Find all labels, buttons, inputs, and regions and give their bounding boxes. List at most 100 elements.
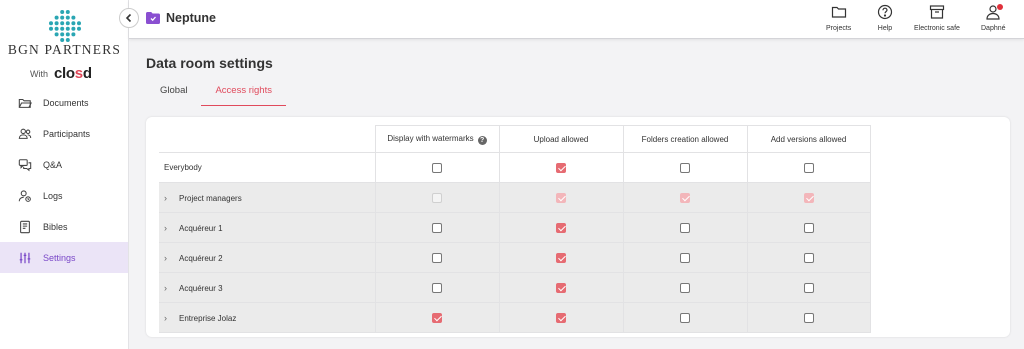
permission-cell bbox=[375, 182, 500, 213]
sidebar-item-label: Logs bbox=[43, 190, 63, 201]
sidebar-item-label: Settings bbox=[43, 252, 76, 263]
page-title: Data room settings bbox=[146, 55, 273, 71]
chevron-right-icon[interactable]: › bbox=[164, 223, 176, 233]
row-name: Project managers bbox=[179, 193, 242, 203]
electronic-safe-label: Electronic safe bbox=[914, 25, 960, 32]
logo-dot bbox=[77, 21, 81, 26]
tab-global[interactable]: Global bbox=[146, 80, 201, 106]
sidebar-item-label: Participants bbox=[43, 128, 91, 139]
row-name-cell[interactable]: › Project managers bbox=[159, 182, 376, 213]
upload-checkbox[interactable] bbox=[556, 162, 566, 173]
permission-cell bbox=[499, 152, 624, 183]
permission-cell bbox=[375, 242, 500, 273]
sidebar-item-documents[interactable]: Documents bbox=[0, 87, 128, 118]
access-rights-card: Display with watermarks? Upload allowed … bbox=[146, 117, 1010, 337]
folders-creation-checkbox bbox=[680, 192, 690, 203]
upload-checkbox[interactable] bbox=[556, 282, 566, 293]
logo-dot bbox=[54, 15, 59, 20]
chevron-left-icon bbox=[125, 13, 132, 23]
logo-dot bbox=[60, 15, 65, 20]
notification-dot bbox=[997, 4, 1004, 10]
add-versions-checkbox bbox=[803, 192, 814, 203]
add-versions-checkbox[interactable] bbox=[803, 162, 814, 173]
column-header-watermarks: Display with watermarks? bbox=[375, 125, 500, 153]
sidebar-item-logs[interactable]: Logs bbox=[0, 180, 128, 211]
row-name-cell[interactable]: › Entreprise Jolaz bbox=[159, 302, 376, 333]
table-body: Everybody › Project managers › Acquéreur 1 › A… bbox=[159, 152, 871, 333]
book-icon bbox=[18, 220, 32, 234]
add-versions-checkbox[interactable] bbox=[803, 252, 814, 263]
archive-icon bbox=[929, 5, 945, 19]
folders-creation-checkbox[interactable] bbox=[680, 252, 690, 263]
folders-creation-checkbox[interactable] bbox=[680, 162, 690, 173]
logo-dot bbox=[77, 26, 81, 31]
help-label: Help bbox=[877, 25, 893, 32]
permission-cell bbox=[499, 272, 624, 303]
logo-dot bbox=[49, 26, 53, 31]
folders-creation-checkbox[interactable] bbox=[680, 222, 690, 233]
column-header-folders-creation: Folders creation allowed bbox=[623, 125, 748, 153]
permission-cell bbox=[375, 212, 500, 243]
folder-open-icon bbox=[18, 96, 32, 110]
row-name-cell[interactable]: › Acquéreur 2 bbox=[159, 242, 376, 273]
electronic-safe-button[interactable]: Electronic safe bbox=[914, 4, 960, 32]
logo-dot bbox=[71, 32, 76, 37]
sliders-icon bbox=[18, 251, 32, 265]
logo-icon bbox=[49, 10, 81, 42]
watermarks-checkbox[interactable] bbox=[432, 252, 442, 263]
row-name-cell[interactable]: › Acquéreur 3 bbox=[159, 272, 376, 303]
folders-creation-checkbox[interactable] bbox=[680, 312, 690, 323]
permission-cell bbox=[747, 272, 871, 303]
sidebar-item-bibles[interactable]: Bibles bbox=[0, 211, 128, 242]
sidebar-nav: Documents Participants Q&A Logs Bibles S… bbox=[0, 87, 128, 273]
upload-checkbox[interactable] bbox=[556, 222, 566, 233]
watermarks-checkbox[interactable] bbox=[432, 162, 442, 173]
projects-button[interactable]: Projects bbox=[826, 4, 851, 32]
watermarks-checkbox[interactable] bbox=[432, 222, 442, 233]
permission-cell bbox=[499, 242, 624, 273]
add-versions-checkbox[interactable] bbox=[803, 312, 814, 323]
add-versions-checkbox[interactable] bbox=[803, 282, 814, 293]
sidebar-item-participants[interactable]: Participants bbox=[0, 118, 128, 149]
chevron-right-icon[interactable]: › bbox=[164, 253, 176, 263]
partner-logo-suffix: d bbox=[82, 65, 92, 82]
help-icon[interactable]: ? bbox=[477, 135, 487, 145]
add-versions-checkbox[interactable] bbox=[803, 222, 814, 233]
collapse-sidebar-button[interactable] bbox=[119, 8, 139, 28]
permission-cell bbox=[375, 302, 500, 333]
watermarks-checkbox[interactable] bbox=[432, 312, 442, 323]
logo-dot bbox=[60, 32, 65, 37]
row-name: Acquéreur 3 bbox=[179, 283, 223, 293]
tab-access-rights[interactable]: Access rights bbox=[201, 80, 286, 106]
chevron-right-icon[interactable]: › bbox=[164, 283, 176, 293]
folders-creation-checkbox[interactable] bbox=[680, 282, 690, 293]
project-folder-icon bbox=[146, 12, 160, 24]
column-header-add-versions: Add versions allowed bbox=[747, 125, 871, 153]
column-header-label: Display with watermarks bbox=[387, 133, 474, 143]
help-button[interactable]: Help bbox=[877, 4, 893, 32]
row-name-cell: Everybody bbox=[159, 152, 376, 183]
upload-checkbox bbox=[556, 192, 566, 203]
column-header-name bbox=[159, 125, 376, 153]
project-breadcrumb[interactable]: Neptune bbox=[146, 11, 216, 25]
logo-dot bbox=[71, 26, 76, 31]
user-avatar bbox=[985, 4, 1004, 20]
sidebar-item-settings[interactable]: Settings bbox=[0, 242, 128, 273]
upload-checkbox[interactable] bbox=[556, 252, 566, 263]
user-log-icon bbox=[18, 189, 32, 203]
chevron-right-icon[interactable]: › bbox=[164, 313, 176, 323]
permission-cell bbox=[747, 152, 871, 183]
logo-dot bbox=[60, 10, 65, 14]
projects-label: Projects bbox=[826, 25, 852, 32]
column-header-upload: Upload allowed bbox=[499, 125, 624, 153]
folder-icon bbox=[831, 6, 846, 18]
user-menu-button[interactable]: Daphné bbox=[981, 4, 1006, 32]
chevron-right-icon[interactable]: › bbox=[164, 193, 176, 203]
sidebar-item-qa[interactable]: Q&A bbox=[0, 149, 128, 180]
row-name-cell[interactable]: › Acquéreur 1 bbox=[159, 212, 376, 243]
permission-cell bbox=[747, 242, 871, 273]
watermarks-checkbox[interactable] bbox=[432, 282, 442, 293]
partner-logo-prefix: clo bbox=[54, 65, 75, 82]
row-name: Everybody bbox=[164, 163, 202, 172]
upload-checkbox[interactable] bbox=[556, 312, 566, 323]
